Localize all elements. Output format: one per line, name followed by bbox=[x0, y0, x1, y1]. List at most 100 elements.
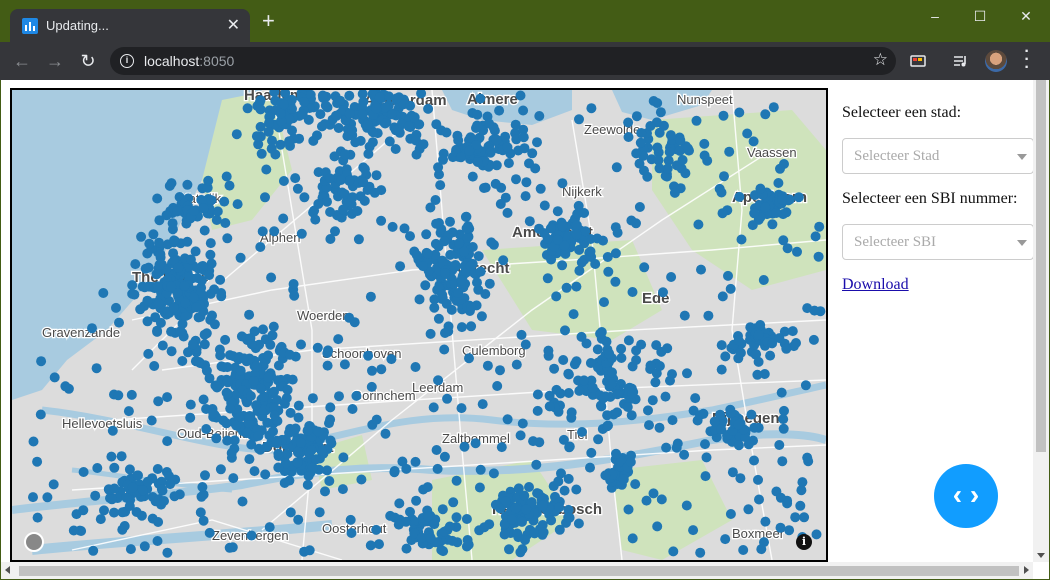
business-marker[interactable] bbox=[265, 339, 276, 350]
business-marker[interactable] bbox=[502, 207, 513, 218]
business-marker[interactable] bbox=[535, 183, 546, 194]
business-marker[interactable] bbox=[242, 103, 253, 114]
business-marker[interactable] bbox=[312, 342, 323, 353]
business-marker[interactable] bbox=[776, 387, 787, 398]
business-marker[interactable] bbox=[618, 474, 629, 485]
business-marker[interactable] bbox=[293, 412, 304, 423]
business-marker[interactable] bbox=[349, 317, 360, 328]
business-marker[interactable] bbox=[488, 468, 499, 479]
business-marker[interactable] bbox=[439, 344, 450, 355]
business-marker[interactable] bbox=[528, 436, 539, 447]
business-marker[interactable] bbox=[181, 218, 192, 229]
business-marker[interactable] bbox=[521, 177, 532, 188]
business-marker[interactable] bbox=[592, 233, 603, 244]
business-marker[interactable] bbox=[155, 317, 166, 328]
business-marker[interactable] bbox=[662, 343, 673, 354]
business-marker[interactable] bbox=[623, 132, 634, 142]
business-marker[interactable] bbox=[143, 262, 154, 273]
business-marker[interactable] bbox=[124, 501, 135, 511]
business-marker[interactable] bbox=[490, 178, 501, 189]
business-marker[interactable] bbox=[518, 105, 529, 116]
business-marker[interactable] bbox=[416, 532, 427, 543]
business-marker[interactable] bbox=[127, 482, 138, 493]
business-marker[interactable] bbox=[205, 249, 216, 260]
business-marker[interactable] bbox=[564, 441, 575, 452]
business-marker[interactable] bbox=[775, 522, 786, 533]
business-marker[interactable] bbox=[78, 505, 89, 516]
business-marker[interactable] bbox=[227, 542, 238, 553]
business-marker[interactable] bbox=[273, 360, 284, 371]
business-marker[interactable] bbox=[549, 363, 560, 374]
business-marker[interactable] bbox=[322, 196, 332, 207]
business-marker[interactable] bbox=[546, 515, 557, 526]
business-marker[interactable] bbox=[472, 109, 483, 120]
business-marker[interactable] bbox=[126, 389, 137, 400]
business-marker[interactable] bbox=[403, 121, 414, 132]
business-marker[interactable] bbox=[574, 244, 585, 255]
business-marker[interactable] bbox=[682, 143, 693, 154]
business-marker[interactable] bbox=[456, 275, 467, 286]
business-marker[interactable] bbox=[463, 539, 474, 550]
business-marker[interactable] bbox=[627, 388, 638, 399]
business-marker[interactable] bbox=[433, 313, 444, 324]
business-marker[interactable] bbox=[475, 464, 486, 475]
business-marker[interactable] bbox=[405, 100, 416, 111]
business-marker[interactable] bbox=[700, 439, 710, 450]
business-marker[interactable] bbox=[334, 391, 344, 402]
business-marker[interactable] bbox=[774, 440, 785, 450]
business-marker[interactable] bbox=[376, 215, 387, 226]
business-marker[interactable] bbox=[557, 221, 568, 232]
business-marker[interactable] bbox=[787, 326, 798, 337]
business-marker[interactable] bbox=[91, 363, 102, 374]
business-marker[interactable] bbox=[113, 390, 124, 401]
business-marker[interactable] bbox=[516, 329, 527, 340]
business-marker[interactable] bbox=[753, 474, 763, 485]
business-marker[interactable] bbox=[245, 391, 256, 401]
business-marker[interactable] bbox=[439, 236, 450, 247]
business-marker[interactable] bbox=[601, 336, 612, 347]
business-marker[interactable] bbox=[222, 435, 233, 446]
business-marker[interactable] bbox=[197, 261, 208, 271]
business-marker[interactable] bbox=[269, 410, 280, 421]
business-marker[interactable] bbox=[231, 129, 242, 140]
business-marker[interactable] bbox=[767, 219, 778, 230]
business-marker[interactable] bbox=[572, 208, 583, 219]
horizontal-scroll-thumb[interactable] bbox=[19, 566, 1019, 576]
business-marker[interactable] bbox=[499, 529, 510, 540]
back-icon[interactable]: ← bbox=[10, 49, 34, 73]
business-marker[interactable] bbox=[665, 130, 676, 141]
business-marker[interactable] bbox=[598, 393, 609, 404]
business-marker[interactable] bbox=[430, 195, 441, 205]
business-marker[interactable] bbox=[504, 544, 514, 555]
business-marker[interactable] bbox=[511, 359, 522, 370]
business-marker[interactable] bbox=[754, 494, 764, 505]
business-marker[interactable] bbox=[273, 448, 284, 459]
business-marker[interactable] bbox=[604, 348, 615, 359]
business-marker[interactable] bbox=[374, 92, 385, 103]
city-dropdown[interactable]: Selecteer Stad bbox=[842, 138, 1034, 174]
business-marker[interactable] bbox=[518, 132, 529, 143]
business-marker[interactable] bbox=[152, 193, 163, 204]
business-marker[interactable] bbox=[356, 474, 367, 485]
business-marker[interactable] bbox=[756, 544, 767, 555]
business-marker[interactable] bbox=[652, 142, 663, 153]
business-marker[interactable] bbox=[439, 451, 450, 462]
business-marker[interactable] bbox=[611, 162, 622, 173]
address-bar[interactable]: i localhost:8050 ☆ bbox=[110, 47, 896, 75]
business-marker[interactable] bbox=[579, 375, 589, 386]
business-marker[interactable] bbox=[782, 498, 793, 509]
business-marker[interactable] bbox=[28, 492, 38, 503]
business-marker[interactable] bbox=[380, 428, 391, 439]
business-marker[interactable] bbox=[255, 104, 266, 115]
business-marker[interactable] bbox=[418, 261, 428, 272]
business-marker[interactable] bbox=[338, 452, 349, 463]
business-marker[interactable] bbox=[627, 533, 638, 544]
business-marker[interactable] bbox=[395, 261, 406, 272]
business-marker[interactable] bbox=[479, 522, 490, 533]
business-marker[interactable] bbox=[239, 353, 250, 364]
business-marker[interactable] bbox=[519, 143, 530, 154]
business-marker[interactable] bbox=[595, 328, 606, 339]
business-marker[interactable] bbox=[111, 302, 121, 313]
business-marker[interactable] bbox=[462, 232, 473, 243]
business-marker[interactable] bbox=[386, 354, 397, 365]
